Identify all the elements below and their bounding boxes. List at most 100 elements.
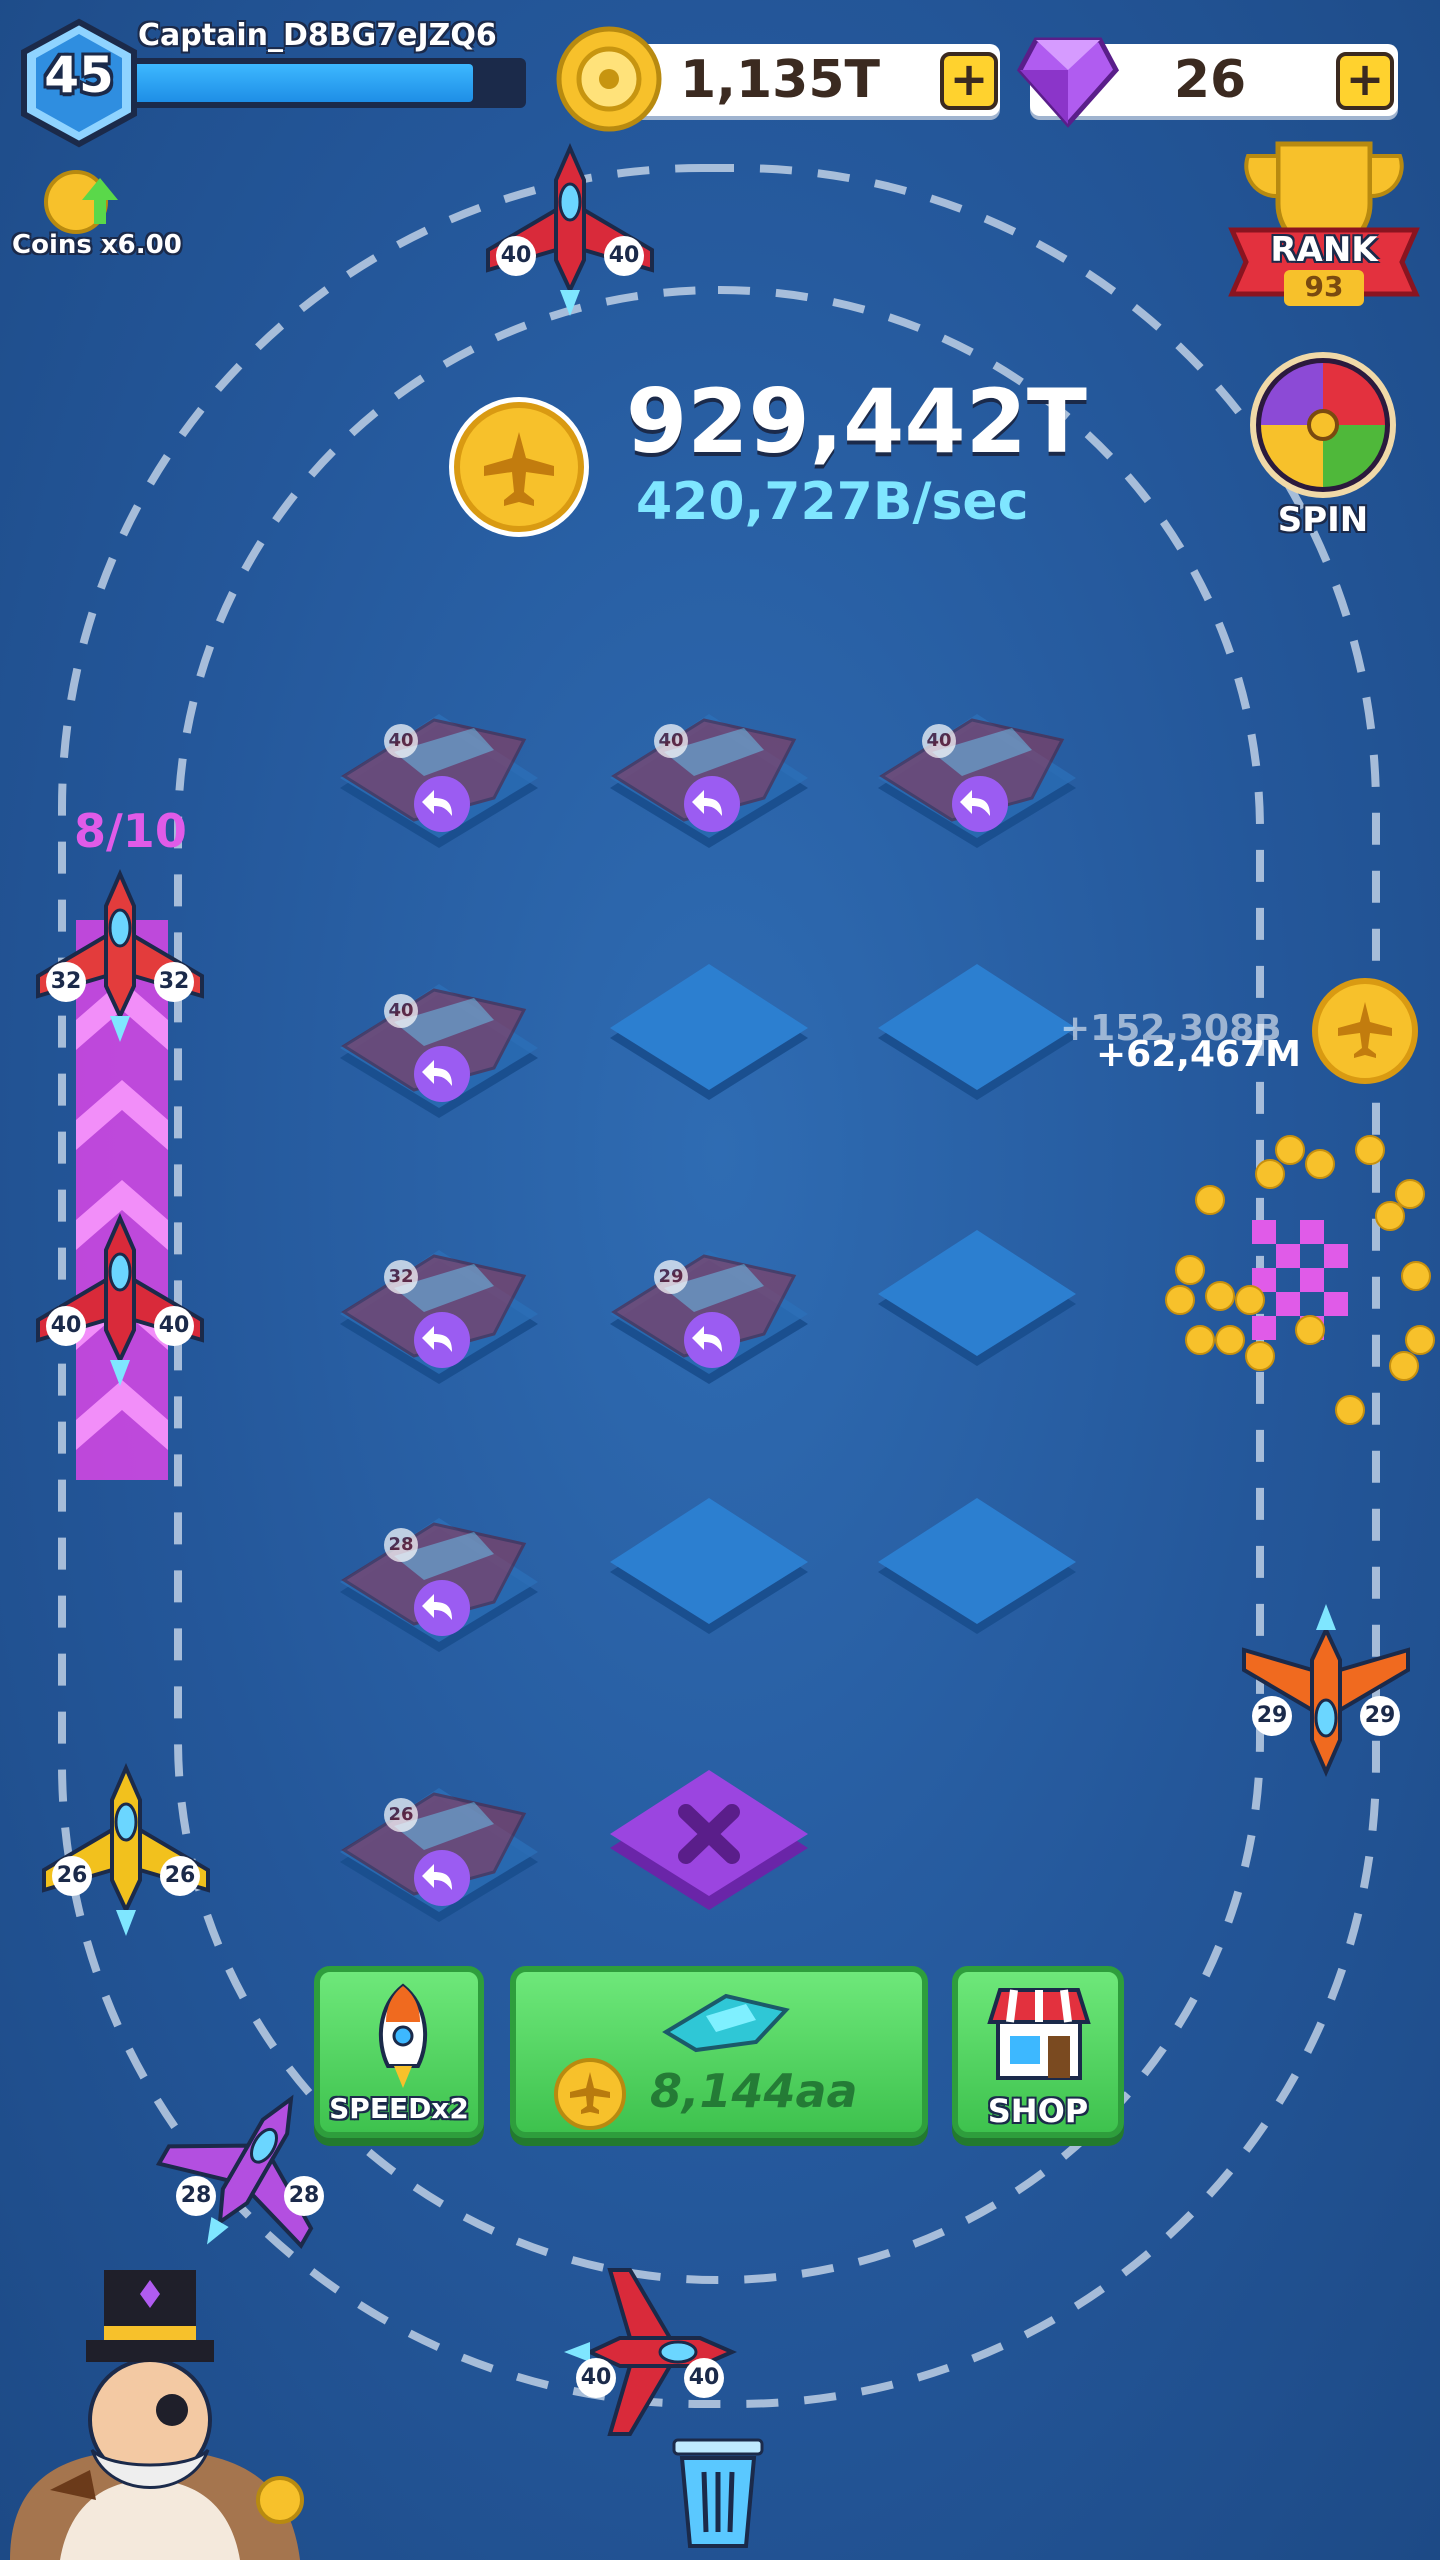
plane-level-badge: 40	[496, 236, 536, 276]
coin-gear-icon	[556, 26, 662, 132]
plane-level-badge: 32	[154, 962, 194, 1002]
track-plane-left-mid[interactable]: 40 40	[30, 1210, 210, 1390]
plane-level-badge: 32	[384, 1260, 418, 1294]
merge-slot-plane[interactable]: 40	[862, 680, 1092, 860]
add-gems-button[interactable]: +	[1336, 52, 1394, 110]
plane-level-badge: 28	[284, 2176, 324, 2216]
merge-slot-plane[interactable]: 26	[324, 1754, 554, 1934]
floating-reward-2: +62,467M	[1096, 1034, 1301, 1075]
merge-slot-plane[interactable]: 40	[594, 680, 824, 860]
empty-slot[interactable]	[594, 950, 824, 1130]
speed-boost-label: SPEEDx2	[329, 2092, 469, 2125]
coins-per-second: 420,727B/sec	[636, 472, 1029, 532]
wheel-icon	[1250, 352, 1396, 498]
track-plane-bottom[interactable]: 40 40	[560, 2262, 740, 2442]
shop-label: SHOP	[987, 2092, 1089, 2130]
spin-label: SPIN	[1277, 500, 1369, 540]
plane-level-badge: 26	[384, 1798, 418, 1832]
fighter-jet-icon	[486, 143, 654, 316]
track-plane-right-orange[interactable]: 29 29	[1236, 1600, 1416, 1780]
delete-tile	[610, 1770, 808, 1910]
return-arrow-icon	[684, 776, 740, 832]
track-plane-top[interactable]: 40 40	[480, 140, 660, 320]
plane-level-badge: 29	[654, 1260, 688, 1294]
return-arrow-icon	[952, 776, 1008, 832]
spin-button[interactable]: SPIN	[1248, 350, 1398, 550]
plane-level-badge: 26	[52, 1856, 92, 1896]
buy-plane-button[interactable]: 8,144aa	[510, 1966, 928, 2138]
plane-level-badge: 26	[160, 1856, 200, 1896]
return-arrow-icon	[414, 1312, 470, 1368]
trash-icon[interactable]	[668, 2430, 768, 2550]
gem-icon	[1016, 37, 1120, 128]
fighter-jet-icon	[42, 1763, 210, 1936]
slot-capacity: 8/10	[74, 804, 187, 858]
add-coins-button[interactable]: +	[940, 52, 998, 110]
merge-slot-plane[interactable]: 29	[594, 1216, 824, 1396]
store-icon	[987, 1988, 1091, 2080]
plane-level-badge: 40	[384, 994, 418, 1028]
plane-level-badge: 29	[1252, 1696, 1292, 1736]
xp-bar-fill	[132, 64, 473, 102]
rank-value: 93	[1284, 270, 1364, 306]
plane-coin-icon	[449, 397, 589, 537]
track-plane-left-gold[interactable]: 26 26	[36, 1760, 216, 1940]
track-plane-left-upper[interactable]: 32 32	[30, 866, 210, 1046]
plane-level-badge: 40	[46, 1306, 86, 1346]
level-badge[interactable]: 45	[18, 18, 140, 148]
plane-level-badge: 40	[576, 2358, 616, 2398]
empty-slot[interactable]	[862, 1216, 1092, 1396]
return-arrow-icon	[414, 776, 470, 832]
coin-burst	[1165, 1135, 1435, 1425]
empty-slot[interactable]	[594, 1484, 824, 1664]
reward-coin-icon	[1312, 978, 1418, 1084]
merge-slot-plane[interactable]: 32	[324, 1216, 554, 1396]
plane-level-badge: 40	[922, 724, 956, 758]
rank-label: RANK	[1270, 230, 1378, 270]
plane-level-badge: 40	[654, 724, 688, 758]
coin-boost-icon	[44, 170, 118, 234]
empty-slot-tile	[610, 964, 808, 1100]
plane-level-badge: 40	[684, 2358, 724, 2398]
plane-level-badge: 40	[384, 724, 418, 758]
fighter-jet-icon	[36, 1213, 204, 1386]
player-name: Captain_D8BG7eJZQ6	[138, 18, 497, 53]
plane-level-badge: 40	[154, 1306, 194, 1346]
plane-level-badge: 28	[176, 2176, 216, 2216]
return-arrow-icon	[414, 1850, 470, 1906]
rocket-icon	[378, 1983, 428, 2088]
plane-level-badge: 28	[384, 1528, 418, 1562]
price-coin-icon	[554, 2058, 626, 2130]
track-plane-left-purple[interactable]: 28 28	[155, 2080, 340, 2260]
fighter-jet-icon	[564, 2268, 737, 2436]
empty-slot-tile	[610, 1498, 808, 1634]
empty-slot[interactable]	[862, 950, 1092, 1130]
plane-level-badge: 40	[604, 236, 644, 276]
fighter-jet-icon	[36, 869, 204, 1042]
merge-slot-plane[interactable]: 40	[324, 950, 554, 1130]
level-number: 45	[44, 46, 114, 104]
rank-button[interactable]: RANK 93	[1222, 134, 1426, 314]
return-arrow-icon	[414, 1580, 470, 1636]
shop-button[interactable]: SHOP	[952, 1966, 1124, 2138]
gem-balance: 26	[1173, 50, 1247, 110]
speed-boost-button[interactable]: SPEEDx2	[314, 1966, 484, 2138]
fighter-jet-icon	[1242, 1604, 1410, 1777]
return-arrow-icon	[414, 1046, 470, 1102]
coin-balance: 1,135T	[680, 50, 880, 110]
return-arrow-icon	[684, 1312, 740, 1368]
empty-slot-tile	[878, 1498, 1076, 1634]
coin-multiplier: Coins x6.00	[12, 230, 182, 260]
merge-slot-plane[interactable]: 40	[324, 680, 554, 860]
empty-slot-tile	[878, 964, 1076, 1100]
plane-level-badge: 29	[1360, 1696, 1400, 1736]
plane-level-badge: 32	[46, 962, 86, 1002]
plane-preview-icon	[662, 1993, 790, 2053]
tycoon-character	[10, 2270, 304, 2560]
total-coins: 929,442T	[626, 370, 1087, 473]
buy-plane-price: 8,144aa	[650, 2064, 858, 2118]
empty-slot-tile	[878, 1230, 1076, 1366]
delete-slot[interactable]	[594, 1754, 824, 1934]
empty-slot[interactable]	[862, 1484, 1092, 1664]
merge-slot-plane[interactable]: 28	[324, 1484, 554, 1664]
